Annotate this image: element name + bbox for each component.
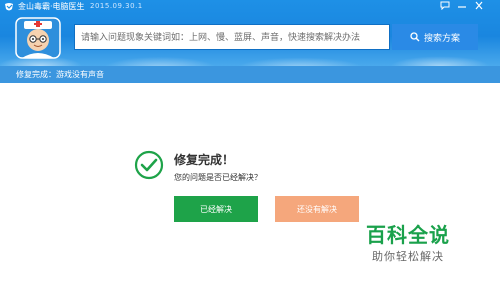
unsolved-button[interactable]: 还没有解决 — [275, 196, 359, 222]
doctor-avatar-icon — [15, 17, 61, 59]
status-bar: 修复完成：游戏没有声音 — [0, 66, 500, 83]
search-icon — [410, 32, 420, 42]
feedback-icon[interactable] — [438, 1, 452, 13]
status-text: 修复完成：游戏没有声音 — [16, 70, 104, 79]
app-logo-icon — [5, 3, 13, 11]
close-icon[interactable] — [472, 1, 486, 13]
fix-result-question: 您的问题是否已经解决？ — [174, 173, 262, 182]
app-version-date: 2015.09.30.1 — [90, 2, 143, 10]
watermark-subtitle: 助你轻松解决 — [372, 250, 444, 263]
app-header: 金山毒霸·电脑医生 2015.09.30.1 搜索方案 — [0, 0, 500, 66]
title-bar: 金山毒霸·电脑医生 2015.09.30.1 — [0, 0, 500, 14]
fix-result-title: 修复完成！ — [174, 153, 235, 167]
solved-button[interactable]: 已经解决 — [174, 196, 258, 222]
search-button-label: 搜索方案 — [423, 33, 460, 44]
watermark-title: 百科全说 — [366, 223, 450, 247]
search-box — [74, 24, 390, 50]
check-circle-icon — [134, 150, 164, 180]
search-input[interactable] — [75, 26, 389, 50]
search-button[interactable]: 搜索方案 — [392, 24, 478, 50]
app-title: 金山毒霸·电脑医生 — [18, 2, 85, 11]
minimize-icon[interactable] — [455, 1, 469, 13]
